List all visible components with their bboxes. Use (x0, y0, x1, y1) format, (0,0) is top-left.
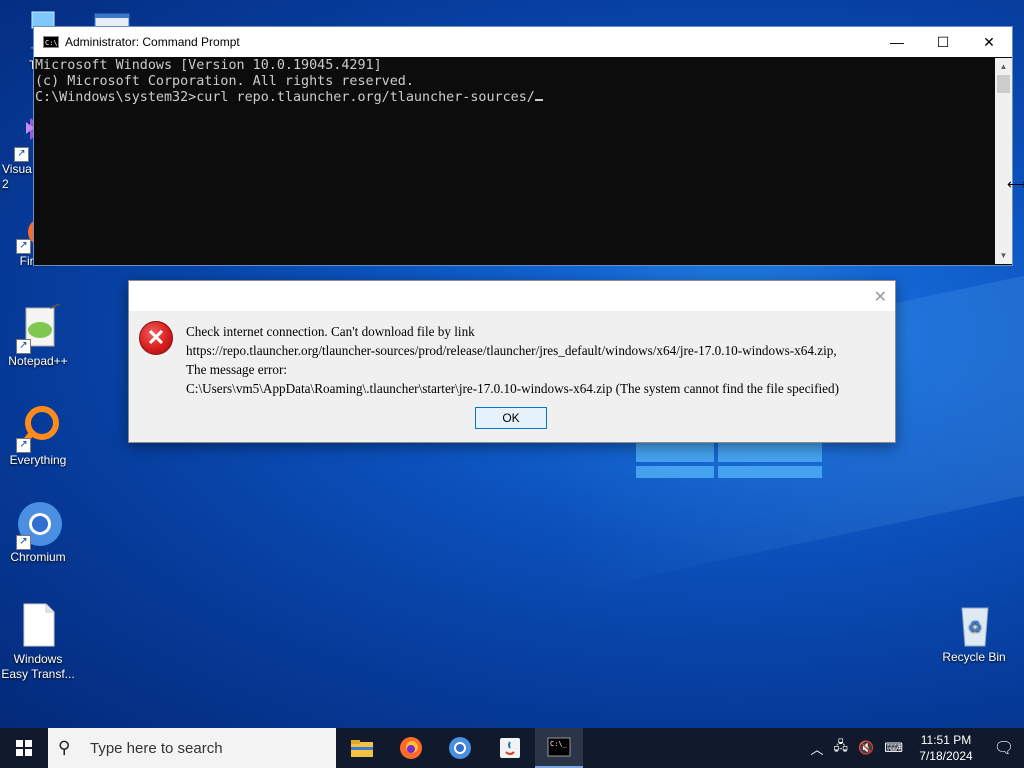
scroll-up-arrow-icon[interactable]: ▲ (995, 58, 1012, 75)
shortcut-arrow-icon: ↗ (16, 239, 31, 254)
cmd-vertical-scrollbar[interactable]: ▲ ▼ (995, 58, 1012, 264)
volume-muted-icon[interactable]: 🔇 (858, 740, 874, 756)
search-icon: ⚲ (58, 738, 71, 757)
taskbar-cmd[interactable]: C:\_ (535, 728, 583, 768)
input-method-icon[interactable]: ⌨ (884, 740, 903, 756)
taskbar-firefox[interactable] (387, 728, 435, 768)
console-output[interactable]: Microsoft Windows [Version 10.0.19045.42… (34, 58, 995, 264)
everything-search-icon: ↗ (14, 403, 62, 453)
error-dialog[interactable]: ✕ ✕ Check internet connection. Can't dow… (128, 280, 896, 443)
dialog-message-line: C:\Users\vm5\AppData\Roaming\.tlauncher\… (186, 381, 839, 396)
cmd-titlebar[interactable]: C:\ Administrator: Command Prompt — ☐ ✕ (34, 27, 1012, 57)
shortcut-arrow-icon: ↗ (16, 438, 31, 453)
cmd-app-icon: C:\ (43, 36, 59, 48)
taskbar-java[interactable] (486, 728, 534, 768)
windows-logo-icon (16, 740, 32, 756)
network-icon[interactable]: 🖧 (834, 737, 849, 759)
java-icon (500, 738, 520, 758)
scroll-down-arrow-icon[interactable]: ▼ (995, 247, 1012, 264)
close-button[interactable]: ✕ (966, 27, 1012, 57)
desktop-icon-chromium[interactable]: ↗ Chromium (0, 500, 76, 565)
shortcut-arrow-icon: ↗ (16, 535, 31, 550)
svg-text:♻: ♻ (968, 619, 982, 636)
clock-date: 7/18/2024 (919, 749, 973, 763)
console-line: (c) Microsoft Corporation. All rights re… (35, 74, 414, 89)
notification-center-icon[interactable]: 🗨 (984, 738, 1024, 758)
chromium-icon (449, 737, 471, 759)
taskbar-clock[interactable]: 11:51 PM 7/18/2024 (908, 732, 984, 764)
folder-icon (351, 740, 373, 757)
shortcut-arrow-icon: ↗ (14, 147, 29, 162)
cmd-window-title: Administrator: Command Prompt (65, 35, 240, 49)
search-input[interactable] (88, 738, 332, 758)
cmd-icon: C:\_ (547, 737, 571, 757)
dialog-message-line: The message error: (186, 362, 288, 377)
show-hidden-icons-chevron-icon[interactable]: ︿ (811, 739, 824, 758)
console-prompt-line: C:\Windows\system32>curl repo.tlauncher.… (35, 90, 995, 106)
wallpaper-windows-logo (636, 442, 822, 478)
notepadpp-icon: ↗ (14, 303, 62, 354)
document-icon (14, 602, 62, 650)
taskbar-file-explorer[interactable] (338, 728, 386, 768)
desktop-icon-notepadpp[interactable]: ↗ Notepad++ (0, 303, 76, 369)
taskbar-search-box[interactable]: ⚲ (48, 728, 336, 768)
taskbar: ⚲ C:\_ ︿ 🖧 🔇 ⌨ 11:51 PM 7/18/2024 🗨 (0, 728, 1024, 768)
shortcut-arrow-icon: ↗ (16, 339, 31, 354)
taskbar-chromium[interactable] (436, 728, 484, 768)
scroll-thumb[interactable] (997, 75, 1010, 93)
dialog-message-line: https://repo.tlauncher.org/tlauncher-sou… (186, 343, 837, 358)
dialog-titlebar[interactable]: ✕ (129, 281, 895, 311)
ok-button[interactable]: OK (475, 407, 547, 429)
error-icon: ✕ (139, 321, 173, 355)
clock-time: 11:51 PM (920, 733, 972, 747)
text-cursor (534, 99, 543, 101)
desktop-icon-everything[interactable]: ↗ Everything (0, 403, 76, 468)
start-button[interactable] (0, 728, 48, 768)
console-command: C:\Windows\system32>curl repo.tlauncher.… (35, 90, 535, 105)
desktop-icon-recycle-bin[interactable]: ♻ Recycle Bin (936, 600, 1012, 665)
console-line: Microsoft Windows [Version 10.0.19045.42… (35, 58, 382, 73)
dialog-message-line: Check internet connection. Can't downloa… (186, 324, 475, 339)
desktop-icon-easy-transfer[interactable]: Windows Easy Transf... (0, 602, 76, 682)
recycle-bin-icon: ♻ (950, 600, 998, 648)
firefox-icon (400, 737, 422, 759)
svg-text:C:\_: C:\_ (550, 740, 568, 748)
command-prompt-window[interactable]: C:\ Administrator: Command Prompt — ☐ ✕ … (33, 26, 1013, 266)
dialog-message: Check internet connection. Can't downloa… (186, 322, 839, 398)
system-tray: ︿ 🖧 🔇 ⌨ 11:51 PM 7/18/2024 🗨 (806, 728, 1024, 768)
maximize-button[interactable]: ☐ (920, 27, 966, 57)
resize-cursor-icon: ⟷ (1007, 176, 1024, 192)
chromium-icon: ↗ (14, 500, 62, 550)
minimize-button[interactable]: — (874, 27, 920, 57)
dialog-close-button[interactable]: ✕ (874, 287, 887, 307)
